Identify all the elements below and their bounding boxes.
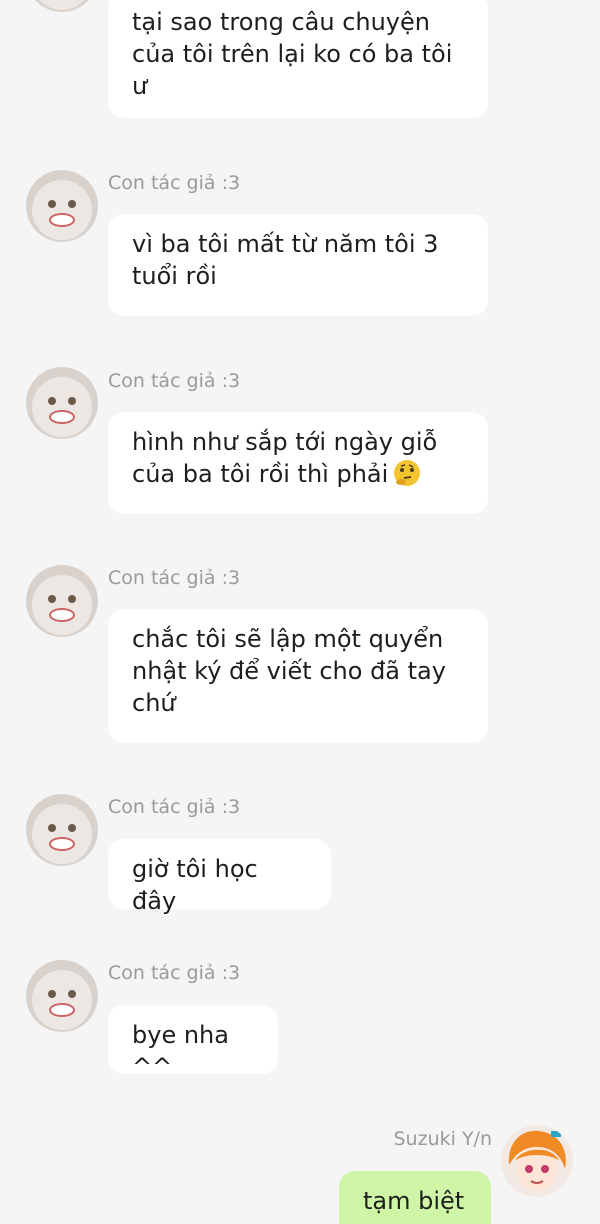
sender-name: Con tác giả :3 bbox=[108, 172, 241, 194]
author-avatar[interactable] bbox=[26, 0, 98, 12]
message-text: tại sao trong câu chuyện của tôi trên lạ… bbox=[132, 8, 453, 100]
message-bubble-outgoing: tạm biệt bbox=[339, 1171, 491, 1224]
message-text: vì ba tôi mất từ năm tôi 3 tuổi rồi bbox=[132, 230, 439, 290]
message-bubble: vì ba tôi mất từ năm tôi 3 tuổi rồi bbox=[108, 214, 488, 316]
sender-name: Con tác giả :3 bbox=[108, 796, 241, 818]
message-bubble: bye nha ^^ bbox=[108, 1005, 278, 1081]
sender-name: Con tác giả :3 bbox=[108, 567, 241, 589]
sender-name: Suzuki Y/n bbox=[393, 1128, 493, 1150]
author-avatar[interactable] bbox=[26, 794, 98, 866]
message-bubble: hình như sắp tới ngày giỗ của ba tôi rồi… bbox=[108, 412, 488, 514]
message-text: bye nha ^^ bbox=[132, 1021, 229, 1081]
chat-thread[interactable]: tại sao trong câu chuyện của tôi trên lạ… bbox=[0, 0, 600, 1224]
sender-name: Con tác giả :3 bbox=[108, 962, 241, 984]
author-avatar[interactable] bbox=[26, 367, 98, 439]
author-avatar[interactable] bbox=[26, 960, 98, 1032]
message-bubble: giờ tôi học đây bbox=[108, 839, 331, 915]
message-text: tạm biệt bbox=[363, 1187, 465, 1215]
author-avatar[interactable] bbox=[26, 170, 98, 242]
sender-name: Con tác giả :3 bbox=[108, 370, 241, 392]
thinking-face-icon bbox=[392, 458, 422, 488]
message-bubble: chắc tôi sẽ lập một quyển nhật ký để viế… bbox=[108, 609, 488, 743]
message-bubble: tại sao trong câu chuyện của tôi trên lạ… bbox=[108, 0, 488, 118]
message-text: giờ tôi học đây bbox=[132, 855, 258, 915]
user-avatar[interactable] bbox=[501, 1125, 573, 1197]
author-avatar[interactable] bbox=[26, 565, 98, 637]
message-text: chắc tôi sẽ lập một quyển nhật ký để viế… bbox=[132, 625, 446, 717]
